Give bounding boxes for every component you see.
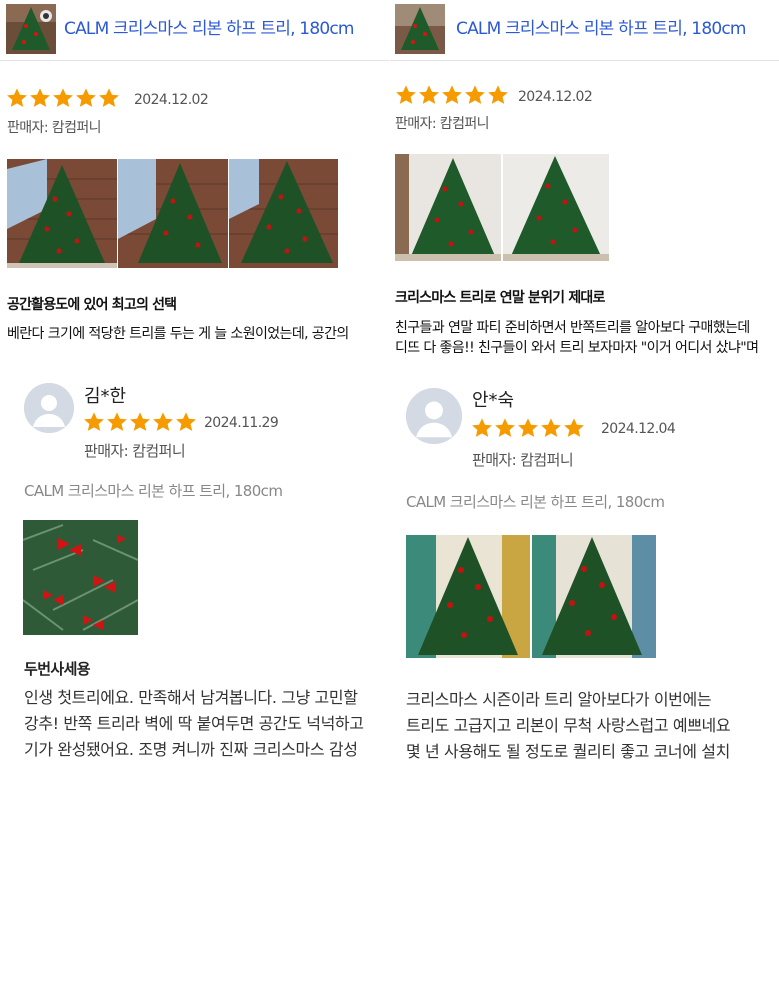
review-text-line: 친구들과 연말 파티 준비하면서 반쪽트리를 알아보다 구매했는데 bbox=[395, 320, 750, 336]
seller-name: 판매자: 캄컴퍼니 bbox=[7, 120, 102, 136]
star-icon bbox=[541, 418, 561, 437]
star-icon bbox=[153, 412, 173, 431]
purchased-product: CALM 크리스마스 리본 하프 트리, 180cm bbox=[24, 482, 283, 500]
review-column-left: CALM 크리스마스 리본 하프 트리, 180cm 2024.12.02 판매… bbox=[0, 0, 389, 997]
product-title-link[interactable]: CALM 크리스마스 리본 하프 트리, 180cm bbox=[64, 14, 354, 39]
reviewer-name: 김*한 bbox=[84, 386, 127, 407]
star-icon bbox=[488, 85, 508, 104]
review-photo[interactable] bbox=[118, 159, 228, 268]
rating-stars bbox=[83, 411, 197, 433]
reviewer-avatar bbox=[24, 383, 74, 433]
star-icon bbox=[495, 418, 515, 437]
review-photo[interactable] bbox=[503, 154, 609, 261]
product-thumbnail[interactable] bbox=[395, 4, 445, 54]
star-icon bbox=[84, 412, 104, 431]
review-photo[interactable] bbox=[229, 159, 338, 268]
review-date: 2024.12.02 bbox=[134, 92, 209, 108]
star-icon bbox=[76, 88, 96, 107]
star-icon bbox=[564, 418, 584, 437]
reviewer-avatar bbox=[406, 388, 462, 444]
star-icon bbox=[107, 412, 127, 431]
product-header[interactable]: CALM 크리스마스 리본 하프 트리, 180cm bbox=[390, 0, 779, 61]
star-icon bbox=[99, 88, 119, 107]
user-avatar-icon bbox=[406, 388, 462, 444]
rating-stars bbox=[395, 84, 509, 106]
review-photo[interactable] bbox=[7, 159, 117, 268]
star-icon bbox=[442, 85, 462, 104]
review-column-right: CALM 크리스마스 리본 하프 트리, 180cm 2024.12.02 판매… bbox=[390, 0, 779, 997]
seller-name: 판매자: 캄컴퍼니 bbox=[84, 442, 186, 460]
review-date: 2024.11.29 bbox=[204, 415, 279, 431]
review-subtitle: 두번사세용 bbox=[24, 660, 91, 678]
star-icon bbox=[130, 412, 150, 431]
star-icon bbox=[7, 88, 27, 107]
star-icon bbox=[53, 88, 73, 107]
star-icon bbox=[396, 85, 416, 104]
purchased-product: CALM 크리스마스 리본 하프 트리, 180cm bbox=[406, 493, 665, 511]
rating-stars bbox=[471, 417, 585, 439]
product-title-link[interactable]: CALM 크리스마스 리본 하프 트리, 180cm bbox=[456, 14, 746, 39]
review-photo[interactable] bbox=[406, 535, 530, 658]
review-text-line: 인생 첫트리에요. 만족해서 남겨봅니다. 그냥 고민할 bbox=[24, 688, 358, 707]
star-icon bbox=[176, 412, 196, 431]
star-icon bbox=[30, 88, 50, 107]
star-icon bbox=[419, 85, 439, 104]
review-title: 크리스마스 트리로 연말 분위기 제대로 bbox=[395, 290, 605, 306]
star-icon bbox=[465, 85, 485, 104]
review-text-line: 기가 완성됐어요. 조명 켜니까 진짜 크리스마스 감성 bbox=[24, 740, 358, 759]
seller-name: 판매자: 캄컴퍼니 bbox=[472, 451, 574, 469]
user-avatar-icon bbox=[24, 383, 74, 433]
reviewer-name: 안*숙 bbox=[472, 390, 515, 411]
review-text-line: 디뜨 다 좋음!! 친구들이 와서 트리 보자마자 "이거 어디서 샀냐"며 bbox=[395, 340, 759, 356]
review-photo[interactable] bbox=[532, 535, 656, 658]
review-text-line: 크리스마스 시즌이라 트리 알아보다가 이번에는 bbox=[406, 690, 712, 709]
rating-stars bbox=[6, 87, 120, 109]
star-icon bbox=[472, 418, 492, 437]
review-text-line: 트리도 고급지고 리본이 무척 사랑스럽고 예쁘네요 bbox=[406, 716, 731, 735]
product-thumbnail[interactable] bbox=[6, 4, 56, 54]
review-photo[interactable] bbox=[23, 520, 138, 635]
product-header[interactable]: CALM 크리스마스 리본 하프 트리, 180cm bbox=[0, 0, 389, 61]
star-icon bbox=[518, 418, 538, 437]
review-text: 베란다 크기에 적당한 트리를 두는 게 늘 소원이었는데, 공간의 bbox=[7, 326, 349, 342]
review-date: 2024.12.04 bbox=[601, 421, 676, 437]
review-text-line: 강추! 반쪽 트리라 벽에 딱 붙여두면 공간도 넉넉하고 bbox=[24, 714, 364, 733]
review-text-line: 몇 년 사용해도 될 정도로 퀄리티 좋고 코너에 설치 bbox=[406, 742, 730, 761]
seller-name: 판매자: 캄컴퍼니 bbox=[395, 116, 490, 132]
review-date: 2024.12.02 bbox=[518, 89, 593, 105]
review-title: 공간활용도에 있어 최고의 선택 bbox=[7, 297, 177, 313]
review-photo[interactable] bbox=[395, 154, 501, 261]
